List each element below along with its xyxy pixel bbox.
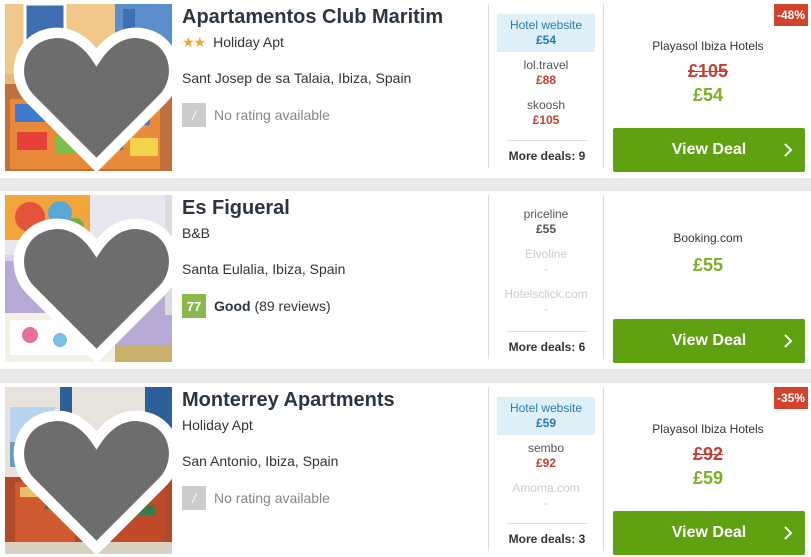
deal-provider: sembo: [527, 441, 565, 455]
deal-price: £92: [535, 456, 557, 470]
rating-text: No rating available: [214, 107, 330, 123]
hotel-type: Holiday Apt: [182, 417, 253, 433]
divider: [603, 195, 604, 359]
best-price: £54: [692, 85, 724, 105]
deal-price: -: [544, 262, 548, 276]
more-deals-link[interactable]: More deals: 9: [507, 140, 587, 163]
discount-badge: -35%: [774, 387, 808, 409]
deal-provider: Hotel website: [509, 18, 583, 32]
rating-score: 77: [182, 294, 206, 318]
best-price: £55: [692, 255, 724, 275]
original-price: £105: [687, 61, 729, 81]
hotel-type: B&B: [182, 225, 210, 241]
chevron-right-icon: [784, 334, 793, 348]
view-deal-label: View Deal: [671, 524, 747, 541]
other-deals: Hotel website £54 lol.travel £88 skoosh …: [490, 4, 602, 168]
rating-score: /: [182, 486, 206, 510]
discount-badge: -48%: [774, 4, 808, 26]
deal-option[interactable]: sembo £92: [497, 441, 595, 471]
deal-provider: Hotel website: [509, 401, 583, 415]
deal-provider: Amoma.com: [512, 481, 580, 495]
rating-text: No rating available: [214, 490, 330, 506]
divider: [488, 4, 489, 168]
divider: [488, 387, 489, 551]
hotel-photo[interactable]: [5, 387, 172, 554]
rating-label: Good: [214, 298, 251, 314]
best-price: £59: [692, 468, 724, 488]
hotel-location[interactable]: San Antonio, Ibiza, Spain: [182, 453, 338, 469]
deal-option[interactable]: Amoma.com -: [497, 481, 595, 511]
view-deal-button[interactable]: View Deal: [613, 511, 805, 555]
rating-score: /: [182, 103, 206, 127]
other-deals: priceline £55 Elvoline - Hotelsclick.com…: [490, 195, 602, 359]
rating-text: Good (89 reviews): [214, 298, 331, 314]
deal-provider: Elvoline: [524, 247, 568, 261]
deal-provider: Hotelsclick.com: [504, 287, 588, 301]
deal-option[interactable]: Elvoline -: [497, 247, 595, 277]
hotel-photo[interactable]: [5, 195, 172, 362]
deal-provider: skoosh: [526, 98, 566, 112]
deal-price: -: [544, 496, 548, 510]
deal-price: £88: [535, 73, 557, 87]
hotel-location[interactable]: Santa Eulalia, Ibiza, Spain: [182, 261, 345, 277]
heart-icon[interactable]: [13, 12, 172, 171]
rating: / No rating available: [182, 103, 330, 127]
original-price: £92: [692, 444, 724, 464]
rating: / No rating available: [182, 486, 330, 510]
heart-icon[interactable]: [13, 395, 172, 554]
view-deal-label: View Deal: [671, 141, 747, 158]
chevron-right-icon: [784, 143, 793, 157]
accommodation-type: Holiday Apt: [213, 34, 284, 50]
accommodation-type: Holiday Apt: [182, 417, 253, 433]
deal-option[interactable]: Hotel website £54: [497, 14, 595, 52]
hotel-photo[interactable]: [5, 4, 172, 171]
review-count: (89 reviews): [254, 298, 331, 314]
deal-price: £54: [535, 33, 557, 47]
hotel-card: Monterrey Apartments Holiday Apt San Ant…: [0, 383, 811, 557]
deal-price: £105: [532, 113, 560, 127]
best-deal-provider: Playasol Ibiza Hotels: [652, 422, 764, 436]
star-rating: ★★: [182, 34, 206, 50]
more-deals-link[interactable]: More deals: 3: [507, 523, 587, 546]
deal-price: £55: [535, 222, 557, 236]
view-deal-label: View Deal: [671, 332, 747, 349]
deal-option[interactable]: skoosh £105: [497, 98, 595, 128]
deal-price: -: [544, 302, 548, 316]
deal-provider: lol.travel: [523, 58, 569, 72]
best-deal-provider: Booking.com: [673, 231, 743, 245]
deal-option[interactable]: lol.travel £88: [497, 58, 595, 88]
rating[interactable]: 77 Good (89 reviews): [182, 294, 331, 318]
hotel-type: ★★ Holiday Apt: [182, 34, 284, 51]
best-deal-provider: Playasol Ibiza Hotels: [652, 39, 764, 53]
hotel-card: Es Figueral B&B Santa Eulalia, Ibiza, Sp…: [0, 191, 811, 369]
divider: [603, 387, 604, 551]
more-deals-link[interactable]: More deals: 6: [507, 331, 587, 354]
divider: [488, 195, 489, 359]
hotel-name[interactable]: Monterrey Apartments: [182, 389, 395, 412]
hotel-name[interactable]: Es Figueral: [182, 197, 290, 220]
accommodation-type: B&B: [182, 225, 211, 241]
deal-price: £59: [535, 416, 557, 430]
hotel-card: Apartamentos Club Maritim ★★ Holiday Apt …: [0, 0, 811, 178]
deal-provider: priceline: [523, 207, 569, 221]
hotel-name[interactable]: Apartamentos Club Maritim: [182, 6, 443, 29]
divider: [603, 4, 604, 168]
other-deals: Hotel website £59 sembo £92 Amoma.com - …: [490, 387, 602, 551]
heart-icon[interactable]: [13, 203, 172, 362]
hotel-location[interactable]: Sant Josep de sa Talaia, Ibiza, Spain: [182, 70, 411, 86]
view-deal-button[interactable]: View Deal: [613, 128, 805, 172]
deal-option[interactable]: priceline £55: [497, 207, 595, 237]
deal-option[interactable]: Hotel website £59: [497, 397, 595, 435]
view-deal-button[interactable]: View Deal: [613, 319, 805, 363]
chevron-right-icon: [784, 526, 793, 540]
deal-option[interactable]: Hotelsclick.com -: [497, 287, 595, 317]
